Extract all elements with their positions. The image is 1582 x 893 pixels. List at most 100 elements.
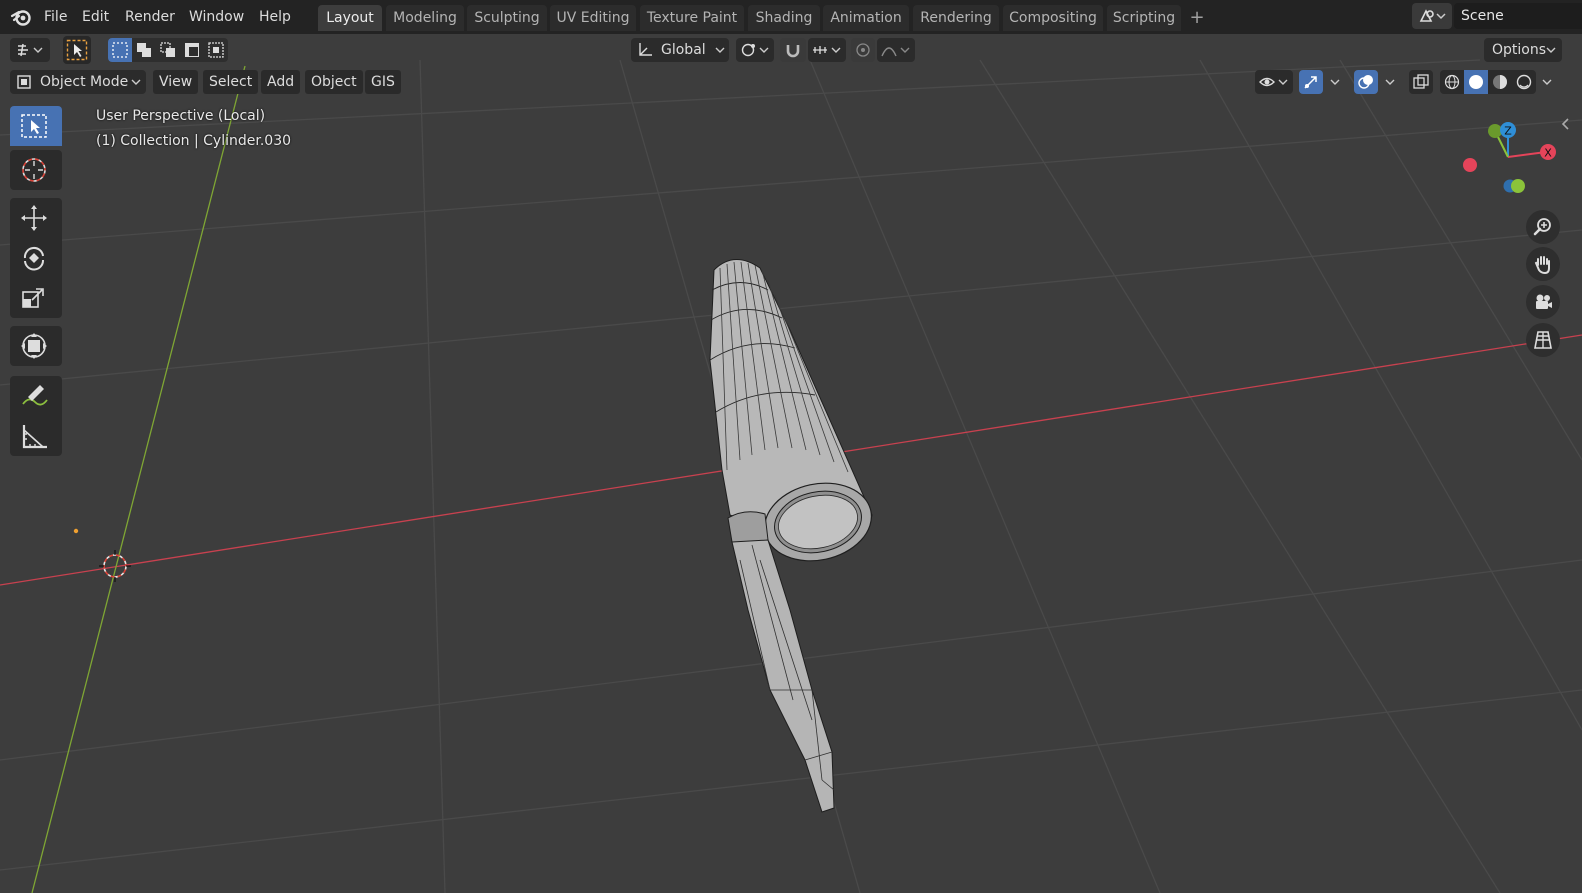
gizmo-icon (1304, 76, 1317, 89)
select-intersect-icon[interactable] (208, 42, 224, 58)
gizmo-y-negative (1488, 124, 1502, 138)
viewport-menu-gis[interactable]: GIS (365, 70, 401, 94)
navigation-gizmo[interactable]: Z X (1455, 115, 1570, 200)
move-icon (21, 205, 47, 231)
object-mode-label: Object Mode (40, 74, 129, 90)
menu-render[interactable]: Render (125, 8, 175, 26)
material-shading-icon[interactable] (1492, 74, 1508, 90)
object-mode-dropdown[interactable]: Object Mode (10, 70, 146, 94)
solid-shading-button[interactable] (1464, 70, 1488, 94)
plus-icon: + (1189, 7, 1205, 28)
tool-move[interactable] (10, 198, 62, 238)
select-invert-icon[interactable] (184, 42, 200, 58)
chevron-down-icon (715, 47, 725, 53)
tab-sculpting[interactable]: Sculpting (467, 5, 547, 31)
tool-select-box[interactable] (10, 106, 62, 146)
active-object-label: (1) Collection | Cylinder.030 (96, 133, 292, 149)
tool-select-button[interactable] (63, 36, 91, 64)
select-subtract-icon[interactable] (160, 42, 176, 58)
ortho-grid-icon (1534, 331, 1552, 349)
orientation-axes-icon (639, 43, 652, 56)
xray-toggle[interactable] (1409, 70, 1433, 94)
tool-rotate[interactable] (10, 238, 62, 278)
select-box-icon (21, 114, 47, 138)
add-workspace-button[interactable]: + (1186, 5, 1208, 31)
chevron-down-icon[interactable] (1384, 78, 1396, 86)
scene-name-field[interactable]: Scene (1454, 3, 1582, 29)
blender-logo-icon[interactable] (10, 6, 32, 28)
scene-selector-button[interactable] (1412, 3, 1452, 29)
tab-compositing[interactable]: Compositing (1003, 5, 1103, 31)
snap-increment-icon (813, 46, 841, 54)
select-cursor-icon (66, 39, 88, 61)
snap-target-dropdown[interactable] (808, 38, 846, 62)
gizmo-x-negative (1463, 158, 1477, 172)
chevron-down-icon[interactable] (1541, 78, 1553, 86)
tool-scale[interactable] (10, 278, 62, 318)
eye-icon (1259, 77, 1288, 87)
tab-texture-paint[interactable]: Texture Paint (640, 5, 744, 31)
tool-transform[interactable] (10, 326, 62, 366)
3d-viewport[interactable] (0, 34, 1582, 893)
tab-scripting[interactable]: Scripting (1107, 5, 1181, 31)
top-menu-bar: File Edit Render Window Help Layout Mode… (0, 0, 1582, 35)
object-mode-icon (17, 75, 31, 89)
editor-type-icon (18, 43, 43, 57)
gizmo-toggle[interactable] (1299, 70, 1323, 94)
tool-annotate[interactable] (10, 376, 62, 416)
ortho-toggle-button[interactable] (1526, 323, 1560, 357)
pan-hand-icon (1534, 256, 1550, 274)
tab-shading[interactable]: Shading (748, 5, 820, 31)
select-new-icon (112, 42, 128, 58)
chevron-down-icon (131, 79, 141, 85)
proportional-edit-icon (856, 43, 870, 57)
scene-icon (1419, 9, 1446, 22)
shading-mode-group (1440, 70, 1536, 94)
menu-edit[interactable]: Edit (82, 8, 109, 26)
overlays-toggle[interactable] (1354, 70, 1378, 94)
falloff-curve-icon (881, 47, 910, 57)
rendered-shading-icon[interactable] (1516, 74, 1532, 90)
tab-animation[interactable]: Animation (823, 5, 909, 31)
wireframe-shading-icon[interactable] (1444, 74, 1460, 90)
pivot-point-dropdown[interactable] (736, 38, 774, 62)
viewport-menu-object[interactable]: Object (305, 70, 363, 94)
viewport-menu-select[interactable]: Select (203, 70, 259, 94)
xray-icon (1413, 74, 1429, 89)
gizmo-z-label: Z (1504, 125, 1512, 138)
transform-orientation-label: Global (661, 42, 706, 58)
rotate-icon (23, 247, 45, 271)
zoom-button[interactable] (1526, 210, 1560, 244)
sidebar-toggle-icon[interactable] (1560, 116, 1570, 132)
viewport-menu-add[interactable]: Add (261, 70, 301, 94)
tab-uv-editing[interactable]: UV Editing (550, 5, 636, 31)
chevron-down-icon[interactable] (1329, 78, 1341, 86)
pan-button[interactable] (1526, 247, 1560, 281)
gizmo-y-ball (1511, 179, 1525, 193)
selection-mode-group (108, 38, 228, 62)
proportional-falloff-dropdown[interactable] (877, 38, 915, 62)
snap-toggle[interactable] (780, 38, 806, 62)
tab-modeling[interactable]: Modeling (386, 5, 464, 31)
tool-cursor[interactable] (10, 150, 62, 190)
proportional-edit-toggle[interactable] (851, 38, 875, 62)
options-label: Options (1492, 42, 1547, 58)
viewport-menu-view[interactable]: View (153, 70, 199, 94)
menu-help[interactable]: Help (259, 8, 291, 26)
transform-orientation-dropdown[interactable]: Global (631, 38, 729, 62)
menu-window[interactable]: Window (189, 8, 244, 26)
tab-layout[interactable]: Layout (318, 5, 382, 31)
pivot-icon (741, 43, 769, 57)
gizmo-x-label: X (1544, 147, 1552, 160)
overlays-icon (1358, 75, 1373, 89)
tool-measure[interactable] (10, 416, 62, 456)
menu-file[interactable]: File (44, 8, 67, 26)
tab-rendering[interactable]: Rendering (913, 5, 999, 31)
visibility-dropdown[interactable] (1255, 70, 1293, 94)
view-name-label: User Perspective (Local) (96, 108, 266, 124)
options-dropdown[interactable]: Options (1484, 38, 1562, 62)
editor-type-button[interactable] (10, 38, 50, 62)
select-extend-icon[interactable] (136, 42, 152, 58)
camera-view-button[interactable] (1526, 285, 1560, 319)
select-new-button[interactable] (108, 38, 132, 62)
